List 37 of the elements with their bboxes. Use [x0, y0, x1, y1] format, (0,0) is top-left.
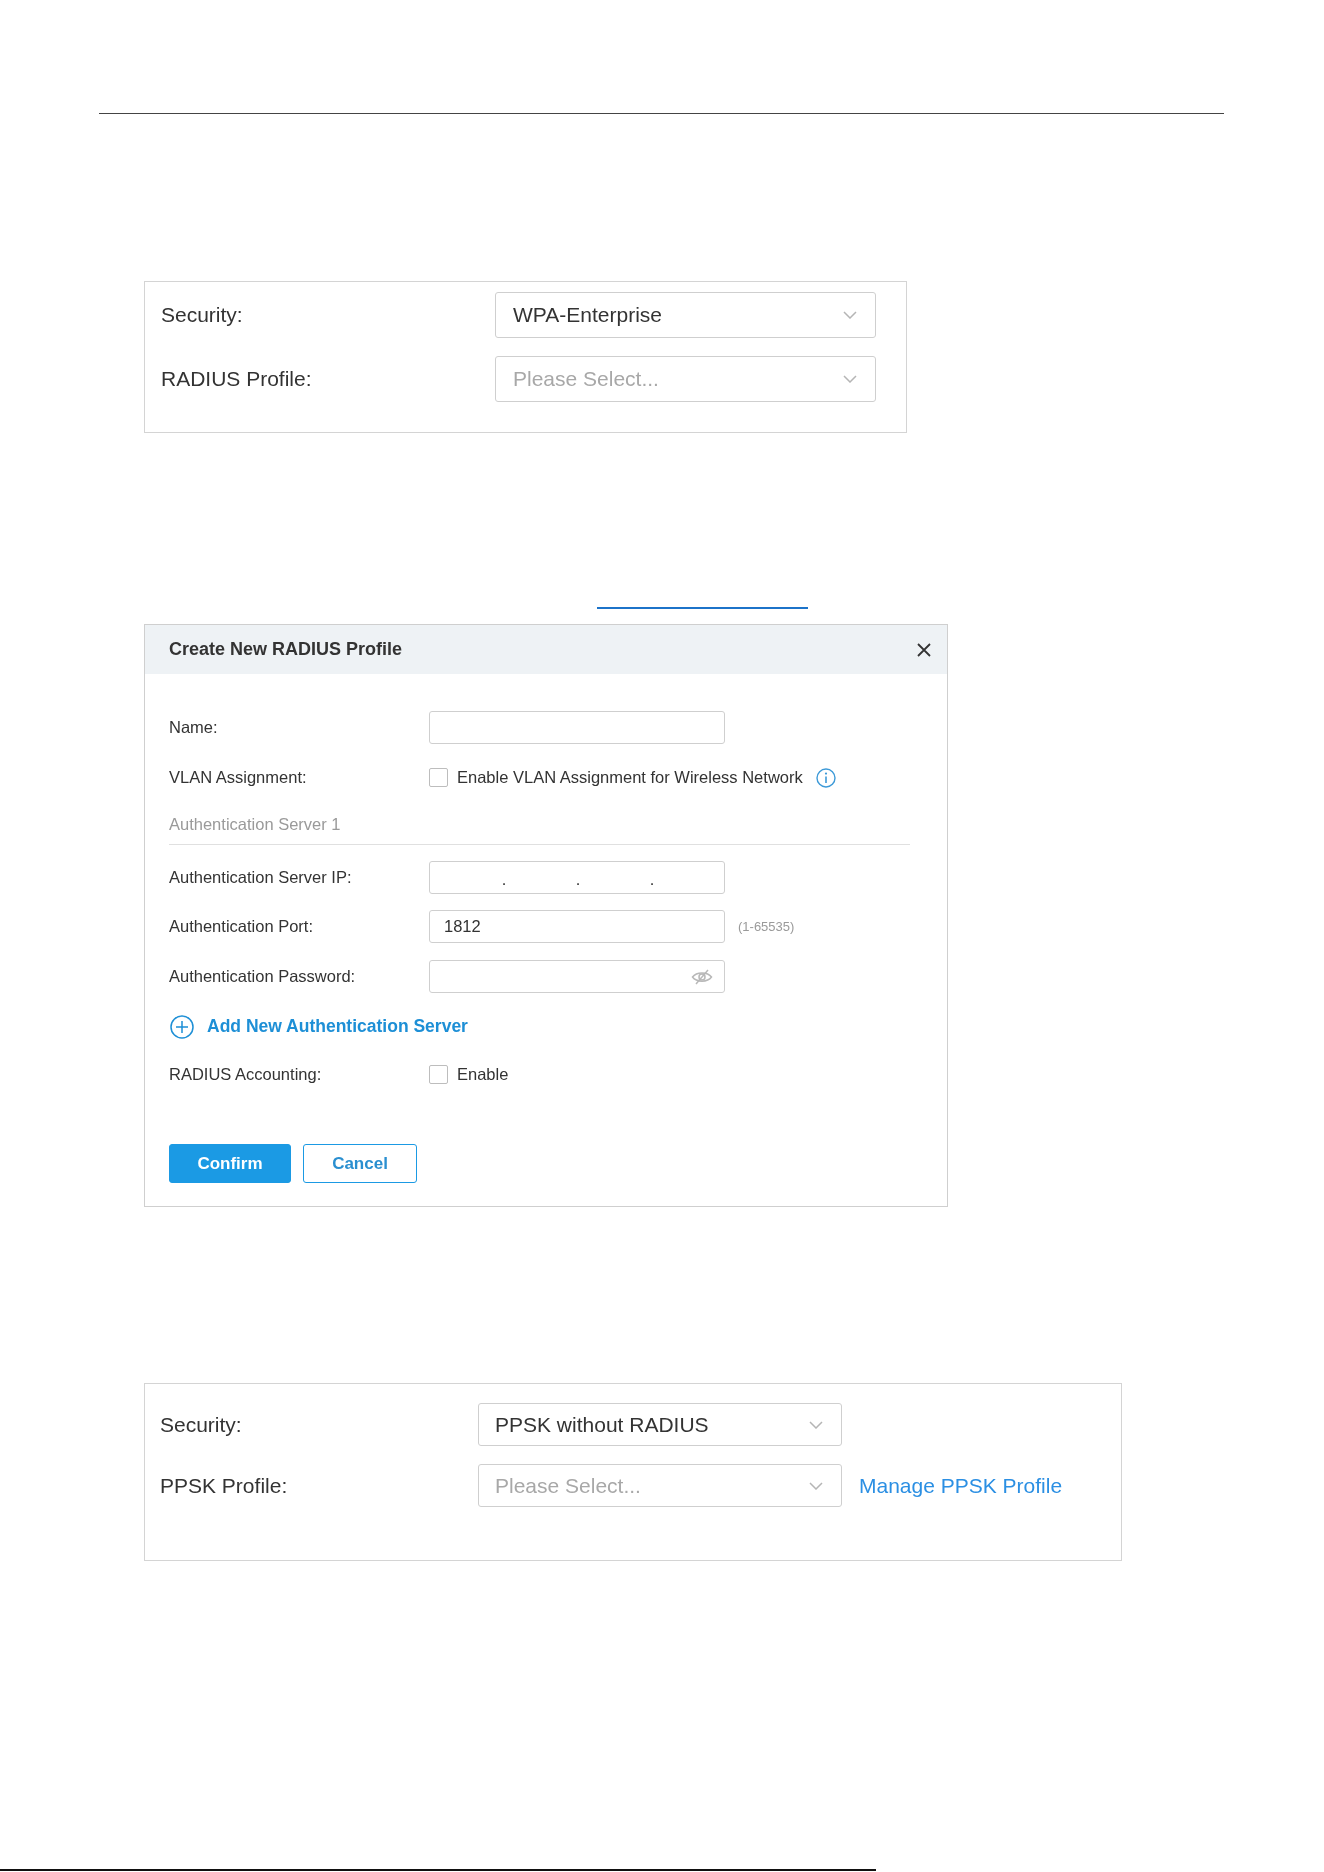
- password-field[interactable]: [429, 960, 725, 993]
- checkbox-label: Enable VLAN Assignment for Wireless Network: [457, 768, 803, 787]
- dropdown[interactable]: PPSK without RADIUS: [478, 1403, 842, 1446]
- section-heading: Authentication Server 1: [169, 815, 341, 833]
- field-label: Security:: [160, 1412, 243, 1437]
- input-field[interactable]: [429, 711, 725, 744]
- field-label: Name:: [169, 718, 219, 737]
- field-label: Authentication Port:: [169, 917, 314, 936]
- dropdown[interactable]: WPA-Enterprise: [495, 292, 876, 338]
- range-hint: (1-65535): [738, 919, 795, 934]
- dialog-title: Create New RADIUS Profile: [169, 639, 403, 660]
- field-label: Authentication Server IP:: [169, 868, 353, 887]
- chevron-down-icon: [809, 1420, 823, 1429]
- confirm-button[interactable]: Confirm: [169, 1144, 291, 1183]
- close-icon[interactable]: [917, 642, 931, 657]
- input-field[interactable]: 1812: [429, 910, 725, 943]
- field-label: Security:: [161, 303, 244, 327]
- field-label: RADIUS Accounting:: [169, 1065, 323, 1084]
- field-label: RADIUS Profile:: [161, 367, 313, 391]
- field-label: Authentication Password:: [169, 967, 357, 986]
- chevron-down-icon: [809, 1481, 823, 1490]
- info-icon[interactable]: [815, 767, 836, 788]
- ip-address-field[interactable]: . . .: [429, 861, 725, 894]
- checkbox[interactable]: [429, 1065, 448, 1084]
- cancel-button[interactable]: Cancel: [303, 1144, 417, 1183]
- manage-profile-link[interactable]: Manage PPSK Profile: [859, 1473, 1063, 1498]
- chevron-down-icon: [843, 375, 857, 383]
- dropdown[interactable]: Please Select...: [478, 1464, 842, 1507]
- field-label: VLAN Assignment:: [169, 768, 308, 787]
- checkbox[interactable]: [429, 768, 448, 787]
- plus-circle-icon: [170, 1014, 194, 1039]
- checkbox-label: Enable: [457, 1065, 509, 1084]
- chevron-down-icon: [843, 311, 857, 319]
- field-label: PPSK Profile:: [160, 1473, 289, 1498]
- add-server-button[interactable]: Add New Authentication Server: [169, 1014, 468, 1039]
- dropdown[interactable]: Please Select...: [495, 356, 876, 402]
- eye-slash-icon[interactable]: [691, 968, 713, 985]
